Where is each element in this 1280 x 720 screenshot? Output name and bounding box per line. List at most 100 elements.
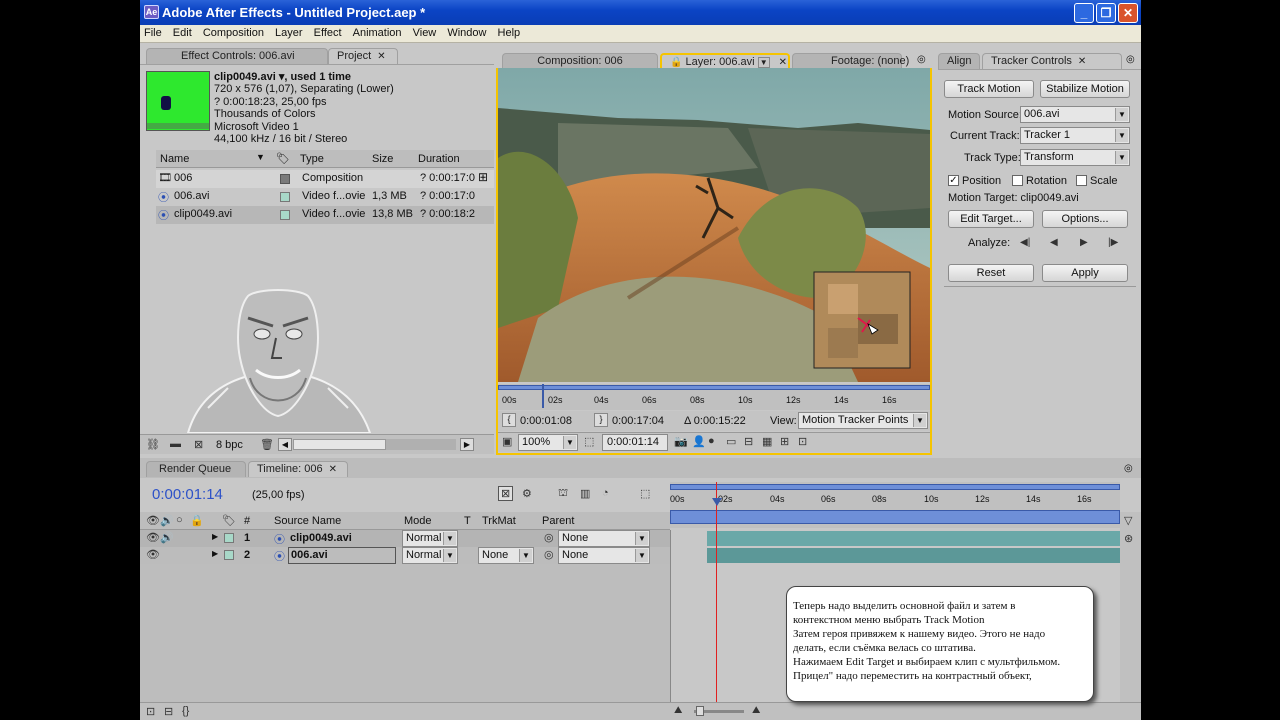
zoom-in-icon[interactable]: ⛰	[752, 705, 760, 716]
show-snapshot-icon[interactable]: 👤	[692, 435, 706, 448]
current-time-field[interactable]: 0:00:01:14	[602, 434, 668, 451]
chevron-down-icon[interactable]: ▼	[757, 57, 770, 68]
layer-empty-area[interactable]	[140, 564, 670, 702]
flowchart-icon[interactable]: ⊛	[1124, 532, 1133, 545]
layer-parent-dropdown[interactable]: None ▼	[558, 547, 650, 564]
frame-blending-icon[interactable]: ▥	[580, 487, 590, 500]
toggle-in-out-icon[interactable]: {}	[182, 705, 189, 717]
draft-3d-icon[interactable]: ⚙	[522, 487, 532, 500]
layer-bar-clip0049[interactable]	[707, 531, 1121, 546]
layer-mode-dropdown[interactable]: Normal ▼	[402, 547, 458, 564]
bit-depth[interactable]: 8 bpc	[216, 439, 243, 451]
region-of-interest-icon[interactable]: ⬚	[584, 435, 594, 448]
flowchart-icon[interactable]: ⊞	[478, 170, 488, 184]
tab-align[interactable]: Align	[938, 53, 980, 69]
trash-icon[interactable]: 🗑	[260, 438, 274, 451]
tab-render-queue[interactable]: Render Queue	[146, 461, 246, 477]
analyze-back-one-frame-icon[interactable]: ◀|	[1020, 237, 1030, 248]
stabilize-motion-button[interactable]: Stabilize Motion	[1040, 80, 1130, 98]
footage-name[interactable]: clip0049.avi ▾, used 1 time	[214, 70, 351, 83]
zoom-out-icon[interactable]: ⛰	[674, 705, 682, 716]
menu-window[interactable]: Window	[443, 25, 490, 39]
analyze-backward-icon[interactable]: ◀	[1050, 237, 1058, 248]
project-item-clip0049-avi[interactable]: ⦿ clip0049.avi Video f...ovie 13,8 MB ? …	[156, 206, 494, 224]
comp-marker-bin-icon[interactable]: ▽	[1124, 514, 1132, 527]
toggle-switches-icon[interactable]: ⊡	[146, 705, 155, 718]
column-duration[interactable]: Duration	[418, 153, 460, 165]
analyze-forward-icon[interactable]: ▶	[1080, 237, 1088, 248]
pixel-aspect-icon[interactable]: ▭	[726, 435, 736, 448]
project-item-006[interactable]: 🎞 006 Composition ? 0:00:17:0 ⊞	[156, 170, 494, 188]
expand-triangle-icon[interactable]: ▶	[212, 532, 218, 541]
work-area-bar[interactable]	[498, 385, 930, 390]
motion-blur-icon[interactable]: ◔	[602, 487, 609, 499]
in-point-time[interactable]: 0:00:01:08	[520, 415, 572, 427]
panel-menu-icon[interactable]: ◎	[917, 54, 926, 65]
tab-tracker-controls[interactable]: Tracker Controls ✕	[982, 53, 1122, 69]
tab-footage[interactable]: Footage: (none)	[792, 53, 909, 69]
panel-menu-icon[interactable]: ◎	[1124, 463, 1133, 474]
out-point-time[interactable]: 0:00:17:04	[612, 415, 664, 427]
playhead-handle-icon[interactable]	[712, 498, 722, 506]
always-preview-icon[interactable]: ▣	[502, 435, 512, 448]
layer-viewer-image[interactable]	[498, 68, 930, 382]
timeline-ruler[interactable]: 00s 02s 04s 06s 08s 10s 12s 14s 16s	[670, 482, 1120, 528]
column-name[interactable]: Name	[160, 153, 189, 165]
work-area-bar[interactable]	[670, 484, 1120, 490]
scroll-left-icon[interactable]: ◀	[278, 438, 292, 451]
label-swatch[interactable]	[224, 550, 234, 560]
tab-effect-controls[interactable]: Effect Controls: 006.avi	[146, 48, 328, 64]
motion-source-dropdown[interactable]: 006.avi ▼	[1020, 106, 1130, 123]
apply-button[interactable]: Apply	[1042, 264, 1128, 282]
snapshot-icon[interactable]: 📷	[674, 435, 688, 448]
close-icon[interactable]: ✕	[1118, 3, 1138, 23]
rotation-checkbox[interactable]	[1012, 175, 1023, 186]
layer-parent-dropdown[interactable]: None ▼	[558, 530, 650, 547]
panel-menu-icon[interactable]: ◎	[1126, 54, 1135, 65]
transparency-grid-icon[interactable]: ▦	[762, 435, 772, 448]
zoom-slider-thumb[interactable]	[696, 706, 704, 716]
layer-trkmat-dropdown[interactable]: None ▼	[478, 547, 534, 564]
toggle-transfer-icon[interactable]: ⊟	[164, 705, 173, 718]
current-track-dropdown[interactable]: Tracker 1 ▼	[1020, 127, 1130, 144]
layer-bar-006[interactable]	[707, 548, 1121, 563]
flowchart-icon[interactable]: ⊞	[780, 435, 789, 448]
column-source-name[interactable]: Source Name	[274, 515, 341, 527]
menu-help[interactable]: Help	[494, 25, 525, 39]
column-size[interactable]: Size	[372, 153, 393, 165]
graph-editor-icon[interactable]: ⬚	[640, 487, 650, 500]
tab-composition-006[interactable]: Composition: 006	[502, 53, 658, 69]
current-time-indicator[interactable]	[542, 384, 544, 408]
track-type-dropdown[interactable]: Transform ▼	[1020, 149, 1130, 166]
video-eye-icon[interactable]: 👁	[146, 548, 160, 561]
horizontal-scrollbar-thumb[interactable]	[293, 439, 386, 450]
column-type[interactable]: Type	[300, 153, 324, 165]
set-out-point-icon[interactable]: }	[594, 413, 608, 427]
minimize-icon[interactable]: _	[1074, 3, 1094, 23]
track-motion-button[interactable]: Track Motion	[944, 80, 1034, 98]
menu-view[interactable]: View	[409, 25, 441, 39]
options-button[interactable]: Options...	[1042, 210, 1128, 228]
layer-name[interactable]: clip0049.avi	[290, 532, 352, 544]
position-checkbox[interactable]: ✓	[948, 175, 959, 186]
channel-icon[interactable]: ●	[708, 435, 715, 447]
maximize-icon[interactable]: ❐	[1096, 3, 1116, 23]
folder-icon[interactable]: ▬	[170, 438, 181, 450]
menu-file[interactable]: File	[140, 25, 166, 39]
timeline-layer-row[interactable]: 👁 🔊 ▶ 1 ⦿ clip0049.avi Normal ▼ ◎ None ▼	[140, 530, 670, 547]
magnification-dropdown[interactable]: 100% ▼	[518, 434, 578, 451]
live-update-icon[interactable]: ⊠	[498, 486, 514, 501]
new-composition-icon[interactable]: ⊠	[194, 438, 203, 451]
comp-marker-icon[interactable]: ⛫	[558, 487, 568, 501]
lock-icon[interactable]: 🔒	[670, 57, 682, 68]
parent-pick-whip-icon[interactable]: ◎	[544, 548, 554, 561]
timeline-layer-row[interactable]: 👁 ▶ 2 ⦿ 006.avi Normal ▼ None ▼ ◎ None ▼	[140, 547, 670, 564]
close-tab-icon[interactable]: ✕	[329, 464, 337, 475]
close-tab-icon[interactable]: ✕	[1078, 56, 1086, 67]
expand-triangle-icon[interactable]: ▶	[212, 549, 218, 558]
interpret-footage-icon[interactable]: ⛓	[146, 438, 160, 451]
vertical-scrollbar[interactable]: ▽ ⊛	[1120, 512, 1141, 702]
scroll-right-icon[interactable]: ▶	[460, 438, 474, 451]
layer-time-ruler[interactable]: 00s 02s 04s 06s 08s 10s 12s 14s 16s	[498, 384, 930, 410]
video-eye-icon[interactable]: 👁	[146, 531, 160, 544]
